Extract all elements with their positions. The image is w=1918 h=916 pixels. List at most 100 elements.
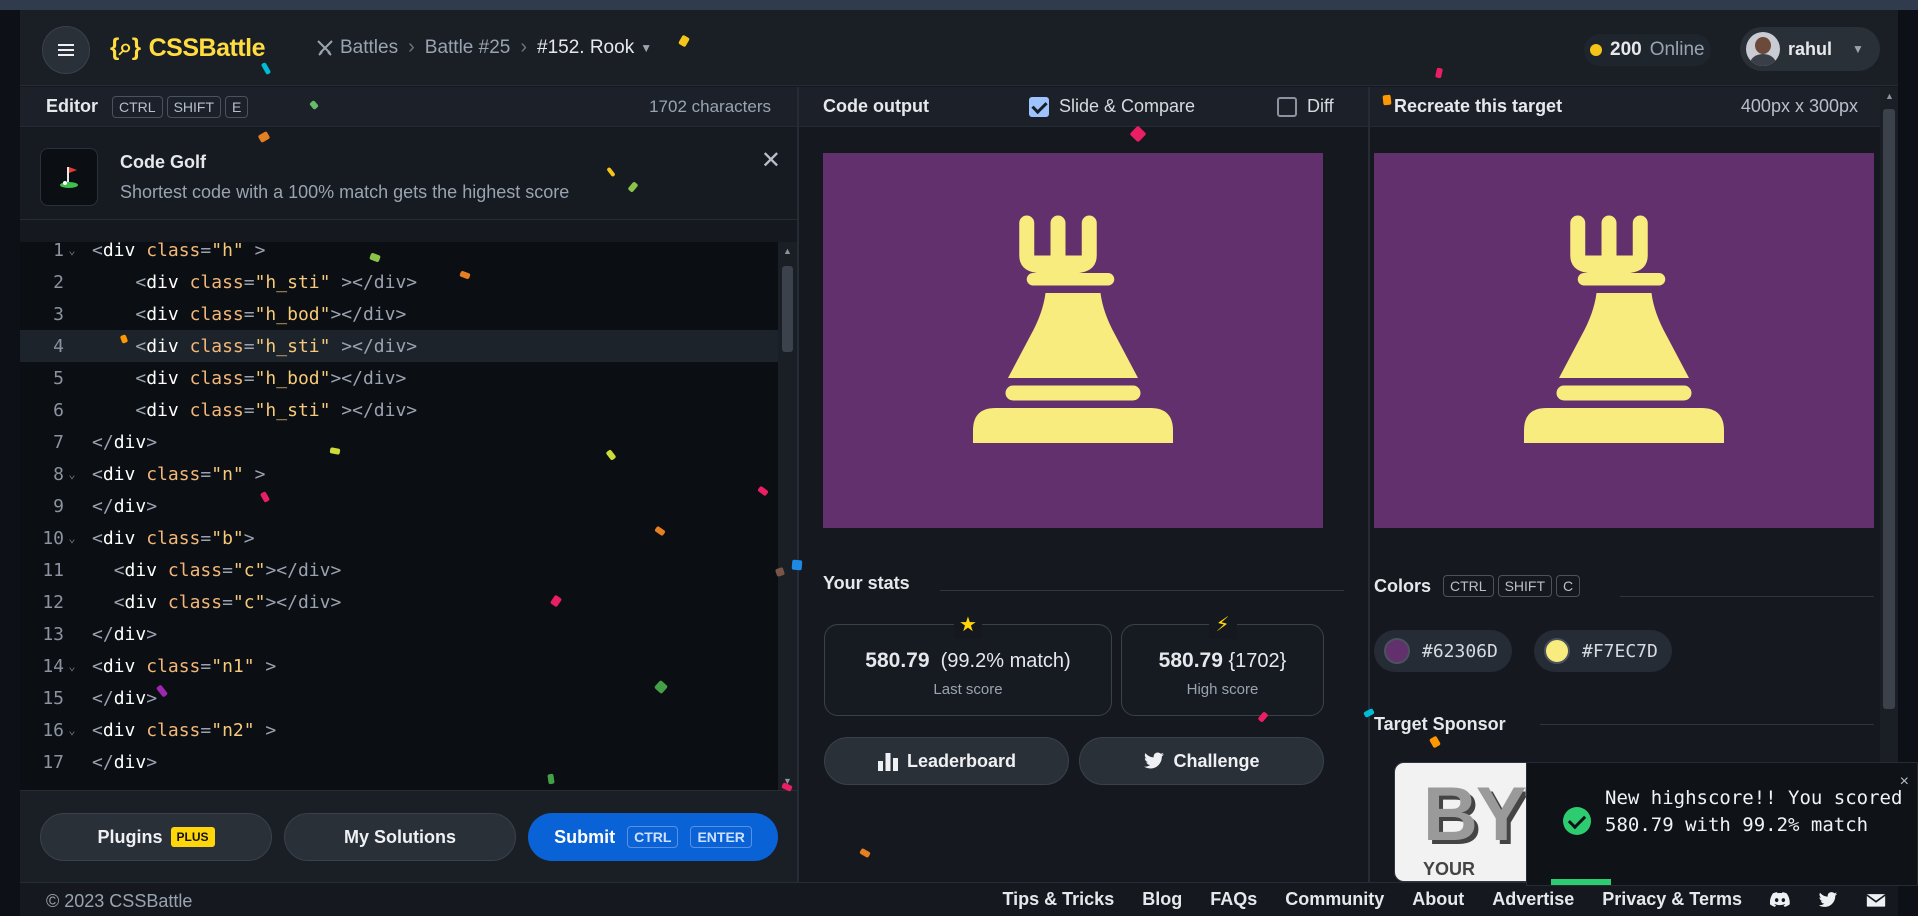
code-line[interactable]: 5 <div class="h_bod"></div> xyxy=(20,362,778,394)
target-image[interactable] xyxy=(1374,153,1874,528)
line-number: 1 xyxy=(53,242,64,261)
my-solutions-button[interactable]: My Solutions xyxy=(284,813,516,861)
logo-mark-icon: {⌕} xyxy=(110,34,141,61)
slide-compare-checkbox[interactable] xyxy=(1029,96,1049,117)
code-tag: div xyxy=(124,559,158,581)
code-line[interactable]: 12 <div class="c"></div> xyxy=(20,586,778,618)
plugins-label: Plugins xyxy=(97,826,163,847)
chevron-right-icon: › xyxy=(520,36,528,58)
footer-link[interactable]: Community xyxy=(1285,889,1384,910)
editor-scroll-thumb[interactable] xyxy=(782,266,793,352)
submit-button[interactable]: Submit CTRL ENTER xyxy=(528,813,778,861)
code-editor[interactable]: 1 ⌄ <div class="h" >2 <div class="h_sti" >… xyxy=(20,242,778,790)
footer-link[interactable]: Blog xyxy=(1142,889,1182,910)
golf-title: Code Golf xyxy=(120,152,206,172)
breadcrumb-target[interactable]: #152. Rook ▼ xyxy=(537,37,652,59)
fold-chevron-icon[interactable]: ⌄ xyxy=(64,531,80,545)
editor-scrollbar[interactable]: ▲ ▼ xyxy=(778,242,797,790)
golf-description: Shortest code with a 100% match gets the… xyxy=(120,182,570,202)
code-line[interactable]: 3 <div class="h_bod"></div> xyxy=(20,298,778,330)
fold-chevron-icon[interactable]: ⌄ xyxy=(64,723,80,737)
color-swatch-secondary[interactable]: #F7EC7D xyxy=(1534,630,1672,672)
code-text: </div> xyxy=(80,688,157,709)
code-attr: class xyxy=(146,242,201,261)
code-value: "n" xyxy=(211,463,244,485)
kbd-key: CTRL xyxy=(627,826,679,848)
code-equals: = xyxy=(222,591,233,613)
code-line[interactable]: 16 ⌄ <div class="n2" > xyxy=(20,714,778,746)
code-line[interactable]: 9 </div> xyxy=(20,490,778,522)
code-bracket: < xyxy=(135,271,147,293)
code-tail: ></div> xyxy=(330,367,407,389)
code-line[interactable]: 4 <div class="h_sti" ></div> xyxy=(20,330,778,362)
panel-divider[interactable] xyxy=(1368,87,1370,882)
scroll-up-icon[interactable]: ▲ xyxy=(1885,91,1894,101)
code-line[interactable]: 13 </div> xyxy=(20,618,778,650)
code-line[interactable]: 6 <div class="h_sti" ></div> xyxy=(20,394,778,426)
breadcrumb-battles[interactable]: Battles xyxy=(316,37,398,59)
panel-divider[interactable] xyxy=(797,87,799,882)
code-line[interactable]: 2 <div class="h_sti" ></div> xyxy=(20,266,778,298)
submit-label: Submit xyxy=(554,826,616,847)
diff-toggle[interactable]: Diff xyxy=(1277,96,1334,117)
code-bracket: </ xyxy=(92,495,114,517)
footer-link[interactable]: About xyxy=(1412,889,1464,910)
target-title: Recreate this target xyxy=(1394,96,1563,116)
kbd-key: CTRL xyxy=(112,95,163,118)
code-text: <div class="n1" > xyxy=(80,656,276,677)
footer-link[interactable]: Advertise xyxy=(1492,889,1574,910)
code-line[interactable]: 14 ⌄ <div class="n1" > xyxy=(20,650,778,682)
code-line[interactable]: 1 ⌄ <div class="h" > xyxy=(20,242,778,266)
toast-close-icon[interactable]: × xyxy=(1900,773,1909,791)
chevron-right-icon: › xyxy=(408,36,415,58)
scroll-up-icon[interactable]: ▲ xyxy=(783,246,792,256)
fold-chevron-icon[interactable]: ⌄ xyxy=(64,243,80,257)
diff-checkbox[interactable] xyxy=(1277,96,1297,117)
color-hex: #F7EC7D xyxy=(1582,640,1658,662)
code-bracket: > xyxy=(146,623,158,645)
breadcrumb-battles-label: Battles xyxy=(340,36,399,58)
footer: © 2023 CSSBattle Tips & Tricks Blog FAQs… xyxy=(20,882,1898,916)
fold-chevron-icon[interactable]: ⌄ xyxy=(64,467,80,481)
code-text: <div class="h_sti" ></div> xyxy=(80,272,417,293)
footer-links: Tips & Tricks Blog FAQs Community About … xyxy=(1002,889,1886,910)
footer-link[interactable]: Privacy & Terms xyxy=(1602,889,1742,910)
leaderboard-button[interactable]: Leaderboard xyxy=(824,737,1069,785)
plugins-button[interactable]: Plugins PLUS xyxy=(40,813,272,861)
close-icon[interactable]: ✕ xyxy=(761,146,781,175)
high-score-value: 580.79 xyxy=(1158,649,1223,672)
code-bracket: < xyxy=(135,303,147,325)
breadcrumb-battle[interactable]: Battle #25 xyxy=(425,37,511,59)
color-swatch-primary[interactable]: #62306D xyxy=(1374,630,1512,672)
code-output-canvas[interactable] xyxy=(823,153,1323,528)
mail-icon[interactable] xyxy=(1866,890,1886,910)
code-text: <div class="h_sti" ></div> xyxy=(80,400,417,421)
target-header: Recreate this target 400px x 300px xyxy=(1370,87,1880,127)
footer-link[interactable]: Tips & Tricks xyxy=(1002,889,1114,910)
slide-compare-toggle[interactable]: Slide & Compare xyxy=(1029,96,1195,117)
user-menu[interactable]: rahul ▼ xyxy=(1740,27,1880,71)
fold-chevron-icon[interactable]: ⌄ xyxy=(64,659,80,673)
line-number: 15 xyxy=(42,687,64,709)
logo[interactable]: {⌕} CSSBattle xyxy=(110,32,266,64)
username: rahul xyxy=(1788,38,1833,59)
line-number: 14 xyxy=(42,655,64,677)
challenge-button[interactable]: Challenge xyxy=(1079,737,1324,785)
divider xyxy=(1540,724,1874,725)
code-line[interactable]: 8 ⌄ <div class="n" > xyxy=(20,458,778,490)
code-line[interactable]: 10 ⌄ <div class="b"> xyxy=(20,522,778,554)
code-line[interactable]: 11 <div class="c"></div> xyxy=(20,554,778,586)
code-line[interactable]: 7 </div> xyxy=(20,426,778,458)
discord-icon[interactable] xyxy=(1770,890,1790,910)
twitter-icon[interactable] xyxy=(1818,890,1838,910)
page-scroll-thumb[interactable] xyxy=(1883,109,1895,709)
online-count: 200 xyxy=(1610,39,1642,60)
code-tag: div xyxy=(102,655,136,677)
code-line[interactable]: 17 </div> xyxy=(20,746,778,778)
menu-button[interactable] xyxy=(42,26,90,74)
footer-link[interactable]: FAQs xyxy=(1210,889,1257,910)
